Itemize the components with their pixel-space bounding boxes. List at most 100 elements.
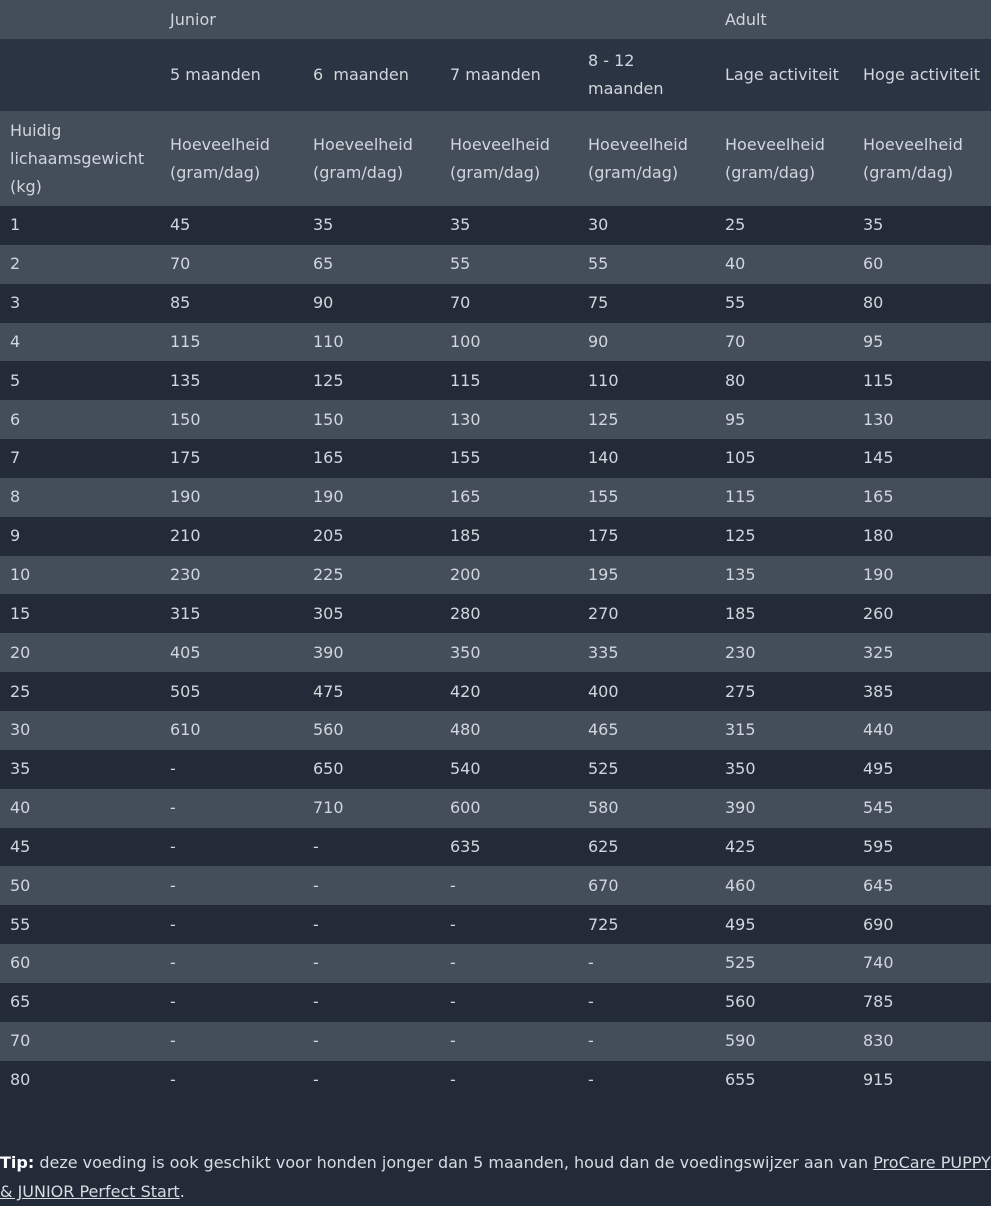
quantity-cell: 65 [303, 244, 440, 284]
quantity-cell: 230 [160, 555, 303, 595]
quantity-cell: - [303, 1021, 440, 1061]
table-row: 50- - -670 460 645 [0, 866, 991, 906]
age-header: Lage activiteit [715, 39, 853, 111]
quantity-cell: 390 [715, 788, 853, 828]
quantity-cell: 75 [578, 283, 715, 323]
tip-paragraph: Tip: deze voeding is ook geschikt voor h… [0, 1148, 991, 1206]
quantity-cell: - [160, 749, 303, 789]
quantity-cell: - [160, 1021, 303, 1061]
quantity-cell: 740 [853, 944, 991, 983]
tip-label: Tip: [0, 1153, 35, 1172]
quantity-cell: 830 [853, 1021, 991, 1061]
quantity-cell: 175 [160, 439, 303, 478]
quantity-cell: 465 [578, 710, 715, 750]
table-row: 35-650 540 525 350 495 [0, 749, 991, 789]
quantity-cell: 315 [160, 594, 303, 634]
quantity-cell: 595 [853, 827, 991, 867]
weight-cell: 9 [0, 516, 160, 556]
quantity-cell: - [303, 1060, 440, 1100]
quantity-cell: 260 [853, 594, 991, 634]
quantity-cell: 325 [853, 633, 991, 673]
quantity-cell: 130 [440, 400, 578, 440]
quantity-cell: 175 [578, 516, 715, 556]
group-junior: Junior [160, 0, 715, 39]
table-row: 5 135 125 115 110 80 115 [0, 361, 991, 401]
quantity-cell: 115 [440, 361, 578, 401]
quantity-cell: - [160, 788, 303, 828]
quantity-cell: 165 [303, 439, 440, 478]
quantity-cell: 495 [715, 905, 853, 945]
weight-cell: 70 [0, 1021, 160, 1061]
quantity-cell: 35 [853, 206, 991, 245]
weight-cell: 5 [0, 361, 160, 401]
weight-cell: 55 [0, 905, 160, 945]
quantity-cell: 650 [303, 749, 440, 789]
group-adult: Adult [715, 0, 991, 39]
quantity-header: Hoeveelheid (gram/dag) [440, 111, 578, 206]
table-row: 9 210 205 185 175 125 180 [0, 516, 991, 556]
quantity-cell: 190 [160, 477, 303, 517]
quantity-cell: 540 [440, 749, 578, 789]
table-row: 55- - -725 495 690 [0, 905, 991, 945]
weight-cell: 15 [0, 594, 160, 634]
table-row: 80- - - -655 915 [0, 1060, 991, 1100]
quantity-cell: 525 [715, 944, 853, 983]
quantity-cell: 90 [303, 283, 440, 323]
quantity-cell: - [440, 1060, 578, 1100]
quantity-cell: 270 [578, 594, 715, 634]
quantity-cell: 200 [440, 555, 578, 595]
quantity-cell: 655 [715, 1060, 853, 1100]
quantity-cell: 315 [715, 710, 853, 750]
quantity-cell: 55 [715, 283, 853, 323]
quantity-cell: 125 [303, 361, 440, 401]
quantity-cell: 155 [578, 477, 715, 517]
quantity-cell: 205 [303, 516, 440, 556]
quantity-cell: - [578, 982, 715, 1022]
quantity-cell: 210 [160, 516, 303, 556]
table-row: 65- - - -560 785 [0, 982, 991, 1022]
table-row: 7 175 165 155 140 105 145 [0, 439, 991, 478]
quantity-cell: 350 [715, 749, 853, 789]
quantity-cell: 525 [578, 749, 715, 789]
quantity-cell: 135 [715, 555, 853, 595]
tip-end: . [179, 1182, 185, 1201]
quantity-cell: - [303, 982, 440, 1022]
quantity-cell: 125 [715, 516, 853, 556]
age-header: 7 maanden [440, 39, 578, 111]
table-row: 15 315 305 280 270 185 260 [0, 594, 991, 634]
quantity-cell: 185 [715, 594, 853, 634]
weight-cell: 45 [0, 827, 160, 867]
quantity-cell: - [440, 1021, 578, 1061]
quantity-cell: 85 [160, 283, 303, 323]
quantity-cell: - [303, 827, 440, 867]
weight-cell: 60 [0, 944, 160, 983]
quantity-cell: 645 [853, 866, 991, 906]
weight-cell: 8 [0, 477, 160, 517]
quantity-cell: 115 [853, 361, 991, 401]
quantity-cell: - [578, 1021, 715, 1061]
table-row: 10 230 225 200 195 135 190 [0, 555, 991, 595]
quantity-cell: 100 [440, 322, 578, 362]
quantity-cell: - [303, 866, 440, 906]
weight-cell: 4 [0, 322, 160, 362]
weight-cell: 7 [0, 439, 160, 478]
quantity-cell: 95 [715, 400, 853, 440]
quantity-cell: 70 [440, 283, 578, 323]
quantity-cell: 495 [853, 749, 991, 789]
quantity-cell: - [160, 866, 303, 906]
table-row: 1 45 35 35 30 25 35 [0, 206, 991, 245]
quantity-header: Hoeveelheid (gram/dag) [160, 111, 303, 206]
quantity-cell: 115 [160, 322, 303, 362]
quantity-header: Hoeveelheid (gram/dag) [303, 111, 440, 206]
quantity-cell: 560 [715, 982, 853, 1022]
table-row: 3 85 90 70 75 55 80 [0, 283, 991, 323]
quantity-cell: 35 [440, 206, 578, 245]
weight-cell: 20 [0, 633, 160, 673]
quantity-cell: 480 [440, 710, 578, 750]
table-row: 4 115 110 100 90 70 95 [0, 322, 991, 362]
quantity-cell: 185 [440, 516, 578, 556]
quantity-cell: - [160, 1060, 303, 1100]
quantity-cell: 460 [715, 866, 853, 906]
quantity-cell: 335 [578, 633, 715, 673]
quantity-cell: - [440, 982, 578, 1022]
